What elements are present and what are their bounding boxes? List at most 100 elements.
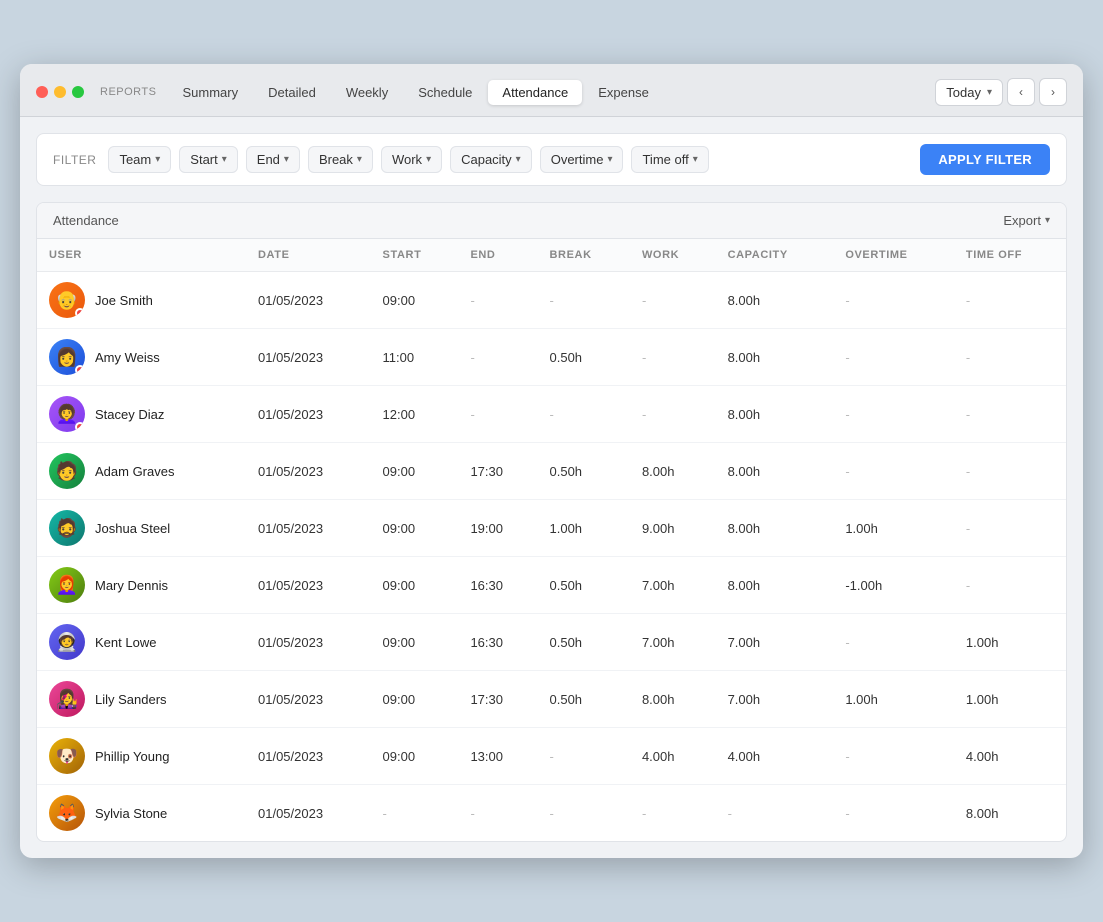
tab-schedule[interactable]: Schedule bbox=[404, 80, 486, 105]
filter-time-off[interactable]: Time off ▾ bbox=[631, 146, 708, 173]
filter-overtime[interactable]: Overtime ▾ bbox=[540, 146, 624, 173]
user-name: Sylvia Stone bbox=[95, 806, 167, 821]
cell-date: 01/05/2023 bbox=[246, 614, 371, 671]
chevron-down-icon: ▾ bbox=[426, 154, 431, 165]
empty-value: - bbox=[550, 293, 554, 308]
apply-filter-button[interactable]: APPLY FILTER bbox=[920, 144, 1050, 175]
today-button[interactable]: Today ▾ bbox=[935, 79, 1003, 106]
close-button[interactable] bbox=[36, 86, 48, 98]
cell-overtime: - bbox=[833, 443, 954, 500]
empty-value: - bbox=[966, 407, 970, 422]
chevron-down-icon: ▾ bbox=[1045, 215, 1050, 226]
empty-value: - bbox=[845, 806, 849, 821]
empty-value: - bbox=[470, 293, 474, 308]
tab-attendance[interactable]: Attendance bbox=[488, 80, 582, 105]
cell-work: - bbox=[630, 386, 716, 443]
cell-break: - bbox=[538, 386, 630, 443]
col-start: START bbox=[371, 239, 459, 272]
cell-work: - bbox=[630, 329, 716, 386]
cell-start: 11:00 bbox=[371, 329, 459, 386]
chevron-down-icon: ▾ bbox=[607, 154, 612, 165]
filter-bar: FILTER Team ▾ Start ▾ End ▾ Break ▾ Work… bbox=[36, 133, 1067, 186]
cell-end: 19:00 bbox=[458, 500, 537, 557]
cell-capacity: - bbox=[716, 785, 834, 842]
user-name: Kent Lowe bbox=[95, 635, 156, 650]
cell-date: 01/05/2023 bbox=[246, 557, 371, 614]
cell-time_off: - bbox=[954, 443, 1066, 500]
cell-start: 09:00 bbox=[371, 614, 459, 671]
cell-time_off: - bbox=[954, 329, 1066, 386]
col-time-off: TIME OFF bbox=[954, 239, 1066, 272]
filter-start[interactable]: Start ▾ bbox=[179, 146, 238, 173]
user-cell: 👩‍🦰Mary Dennis bbox=[37, 557, 246, 614]
cell-date: 01/05/2023 bbox=[246, 671, 371, 728]
table-row: 👩‍🦱Stacey Diaz01/05/202312:00---8.00h-- bbox=[37, 386, 1066, 443]
tab-detailed[interactable]: Detailed bbox=[254, 80, 330, 105]
col-end: END bbox=[458, 239, 537, 272]
export-button[interactable]: Export ▾ bbox=[1003, 213, 1050, 228]
tab-weekly[interactable]: Weekly bbox=[332, 80, 402, 105]
cell-start: 09:00 bbox=[371, 728, 459, 785]
cell-break: - bbox=[538, 272, 630, 329]
col-user: USER bbox=[37, 239, 246, 272]
user-name: Stacey Diaz bbox=[95, 407, 164, 422]
tab-summary[interactable]: Summary bbox=[168, 80, 252, 105]
cell-end: - bbox=[458, 272, 537, 329]
cell-overtime: 1.00h bbox=[833, 500, 954, 557]
tab-expense[interactable]: Expense bbox=[584, 80, 663, 105]
col-work: WORK bbox=[630, 239, 716, 272]
cell-work: 8.00h bbox=[630, 671, 716, 728]
col-capacity: CAPACITY bbox=[716, 239, 834, 272]
cell-overtime: - bbox=[833, 785, 954, 842]
empty-value: - bbox=[642, 293, 646, 308]
traffic-lights bbox=[36, 86, 84, 98]
filter-break[interactable]: Break ▾ bbox=[308, 146, 373, 173]
cell-break: - bbox=[538, 785, 630, 842]
user-name: Adam Graves bbox=[95, 464, 174, 479]
table-row: 🧔Joshua Steel01/05/202309:0019:001.00h9.… bbox=[37, 500, 1066, 557]
empty-value: - bbox=[383, 806, 387, 821]
filter-capacity[interactable]: Capacity ▾ bbox=[450, 146, 532, 173]
col-date: DATE bbox=[246, 239, 371, 272]
user-cell: 👩‍🦱Stacey Diaz bbox=[37, 386, 246, 443]
next-button[interactable]: › bbox=[1039, 78, 1067, 106]
avatar: 🧔 bbox=[49, 510, 85, 546]
empty-value: - bbox=[728, 806, 732, 821]
table-row: 🦊Sylvia Stone01/05/2023------8.00h bbox=[37, 785, 1066, 842]
table-row: 🐶Phillip Young01/05/202309:0013:00-4.00h… bbox=[37, 728, 1066, 785]
table-row: 👩‍🦰Mary Dennis01/05/202309:0016:300.50h7… bbox=[37, 557, 1066, 614]
prev-button[interactable]: ‹ bbox=[1007, 78, 1035, 106]
status-away-dot bbox=[75, 308, 85, 318]
empty-value: - bbox=[470, 407, 474, 422]
filter-work[interactable]: Work ▾ bbox=[381, 146, 442, 173]
empty-value: - bbox=[550, 806, 554, 821]
empty-value: - bbox=[845, 407, 849, 422]
empty-value: - bbox=[966, 521, 970, 536]
cell-end: 16:30 bbox=[458, 614, 537, 671]
col-overtime: OVERTIME bbox=[833, 239, 954, 272]
avatar: 👩 bbox=[49, 339, 85, 375]
avatar: 🐶 bbox=[49, 738, 85, 774]
main-content: FILTER Team ▾ Start ▾ End ▾ Break ▾ Work… bbox=[20, 117, 1083, 858]
empty-value: - bbox=[470, 806, 474, 821]
maximize-button[interactable] bbox=[72, 86, 84, 98]
empty-value: - bbox=[966, 293, 970, 308]
filter-team[interactable]: Team ▾ bbox=[108, 146, 171, 173]
user-cell: 👩‍🎤Lily Sanders bbox=[37, 671, 246, 728]
user-name: Amy Weiss bbox=[95, 350, 160, 365]
attendance-table: USER DATE START END BREAK WORK CAPACITY … bbox=[37, 239, 1066, 841]
cell-capacity: 8.00h bbox=[716, 329, 834, 386]
app-window: REPORTS Summary Detailed Weekly Schedule… bbox=[20, 64, 1083, 858]
cell-end: 16:30 bbox=[458, 557, 537, 614]
cell-overtime: -1.00h bbox=[833, 557, 954, 614]
cell-work: - bbox=[630, 272, 716, 329]
cell-break: 0.50h bbox=[538, 443, 630, 500]
cell-time_off: 1.00h bbox=[954, 614, 1066, 671]
filter-end[interactable]: End ▾ bbox=[246, 146, 300, 173]
cell-overtime: - bbox=[833, 329, 954, 386]
minimize-button[interactable] bbox=[54, 86, 66, 98]
user-name: Mary Dennis bbox=[95, 578, 168, 593]
cell-end: - bbox=[458, 329, 537, 386]
user-name: Lily Sanders bbox=[95, 692, 167, 707]
cell-time_off: - bbox=[954, 272, 1066, 329]
